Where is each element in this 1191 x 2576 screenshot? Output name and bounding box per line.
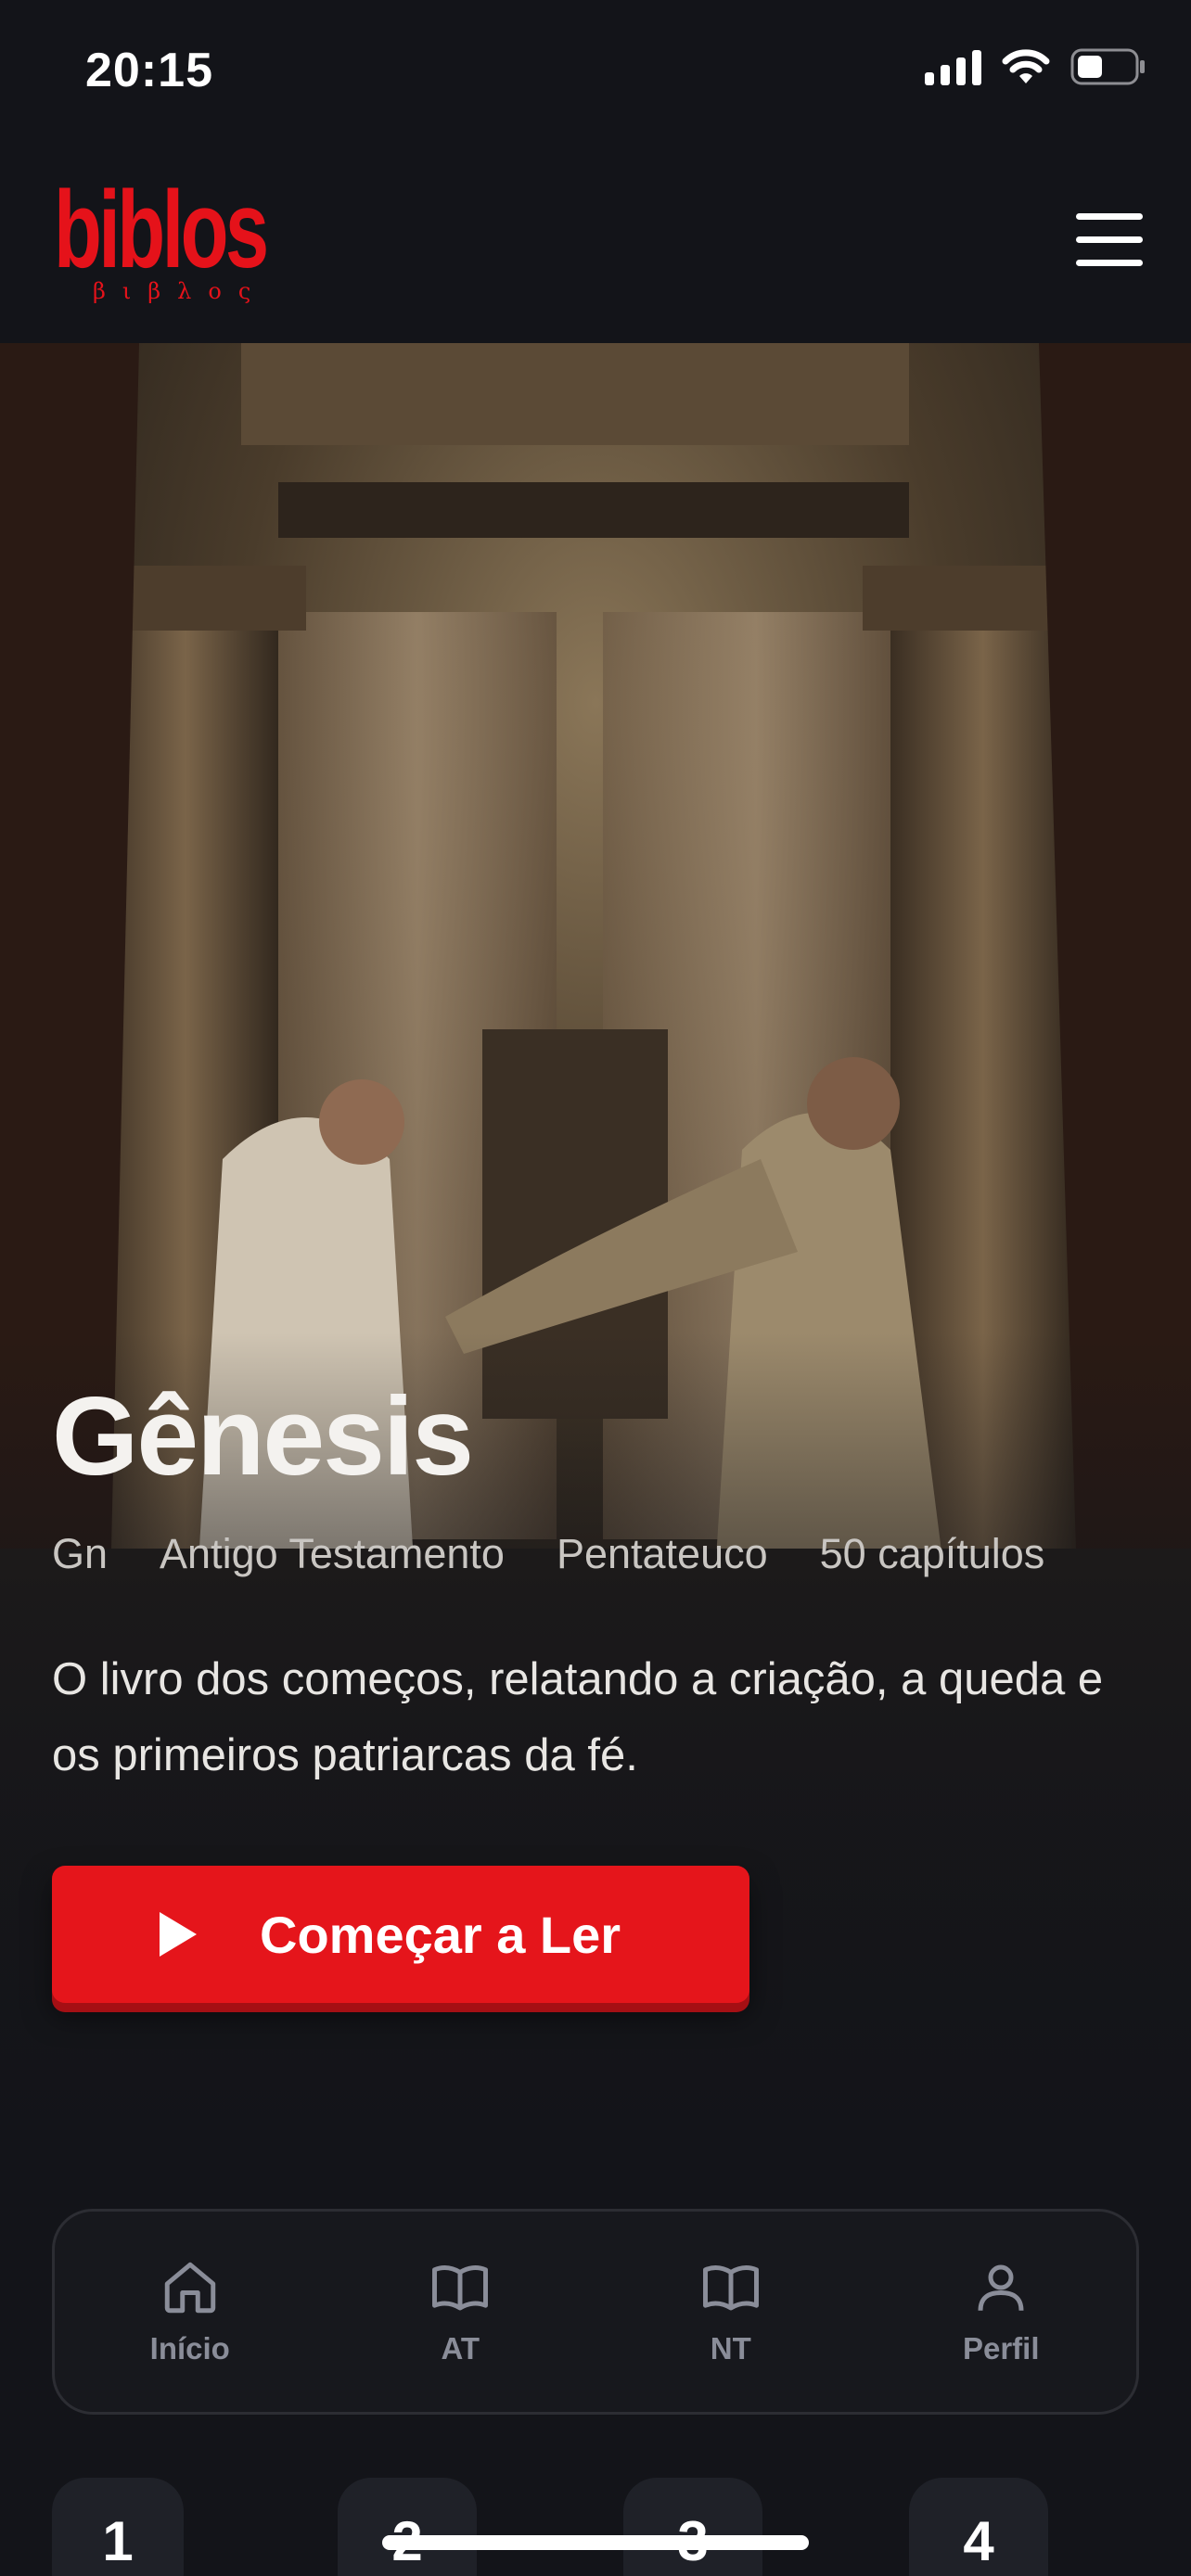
status-icons (925, 48, 1146, 85)
chapter-chip-1[interactable]: 1 (52, 2478, 184, 2576)
hamburger-menu-icon[interactable] (1076, 213, 1143, 267)
wifi-icon (1002, 48, 1050, 85)
logo-word: biblos (54, 169, 269, 291)
hero-banner: Gênesis Gn Antigo Testamento Pentateuco … (0, 343, 1191, 2142)
book-section: Pentateuco (556, 1530, 768, 1577)
app-screen: 20:15 biblos βιβλος Gênesis Gn Antigo Te… (0, 0, 1191, 2576)
book-open-icon (702, 2265, 759, 2311)
nav-label-home: Início (149, 2331, 230, 2366)
chapter-chip-4[interactable]: 4 (909, 2478, 1048, 2576)
book-description: O livro dos começos, relatando a criação… (52, 1654, 1104, 1780)
book-testament: Antigo Testamento (160, 1530, 505, 1577)
user-icon (978, 2264, 1024, 2311)
start-reading-button[interactable]: Começar a Ler (52, 1866, 749, 2003)
biblos-logo[interactable]: biblos βιβλος (54, 169, 348, 304)
book-title: Gênesis (52, 1374, 474, 1498)
nav-item-home[interactable]: Início (79, 2257, 301, 2366)
home-icon (164, 2262, 215, 2314)
bottom-nav: Início AT NT Perfil (52, 2209, 1139, 2415)
status-bar: 20:15 (0, 0, 1191, 139)
battery-icon (1070, 48, 1146, 85)
play-icon (160, 1912, 197, 1957)
nav-label-new-testament: NT (710, 2331, 751, 2366)
status-time: 20:15 (85, 44, 213, 97)
nav-label-old-testament: AT (441, 2331, 480, 2366)
home-indicator[interactable] (382, 2535, 809, 2550)
signal-icon (925, 48, 981, 85)
chapter-chip-2[interactable]: 2 (338, 2478, 477, 2576)
nav-item-profile[interactable]: Perfil (890, 2257, 1112, 2366)
nav-label-profile: Perfil (962, 2331, 1040, 2366)
app-header: biblos βιβλος (0, 139, 1191, 343)
book-chapter-count: 50 capítulos (819, 1530, 1045, 1577)
start-reading-label: Começar a Ler (260, 1905, 621, 1964)
chapter-chip-3[interactable]: 3 (623, 2478, 762, 2576)
nav-item-new-testament[interactable]: NT (620, 2257, 842, 2366)
book-meta: Gn Antigo Testamento Pentateuco 50 capít… (52, 1530, 1044, 1578)
book-open-icon (432, 2265, 489, 2311)
nav-item-old-testament[interactable]: AT (349, 2257, 571, 2366)
book-abbreviation: Gn (52, 1530, 109, 1577)
